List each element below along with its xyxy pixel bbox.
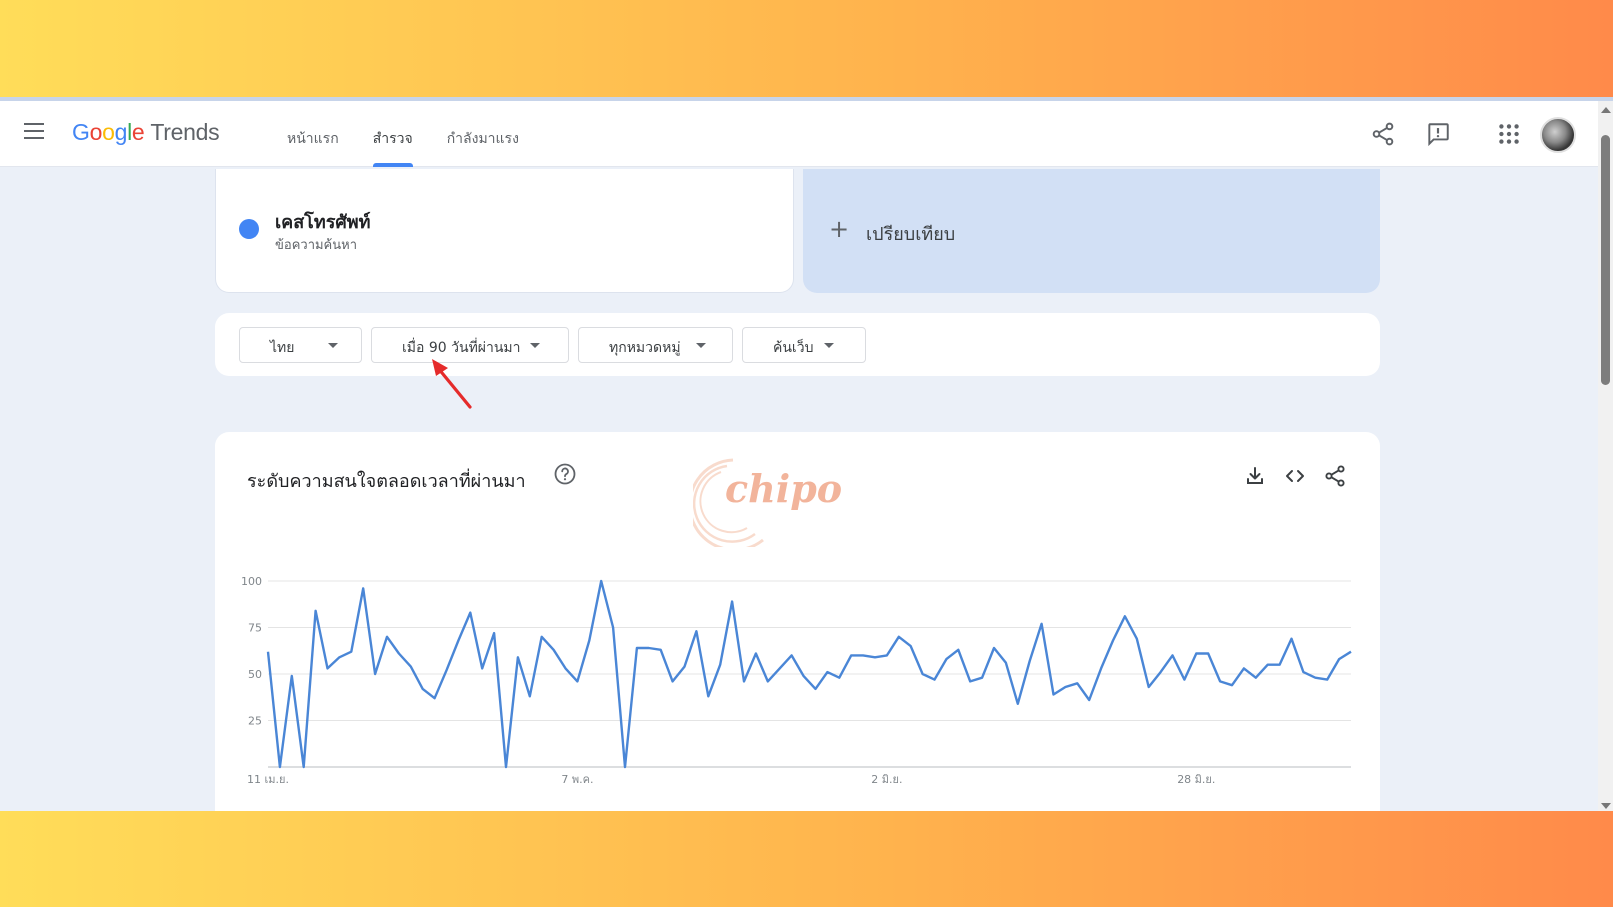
scrollbar-thumb[interactable] [1601, 135, 1610, 385]
y-tick-label: 50 [248, 668, 262, 681]
nav-trending[interactable]: กำลังมาแรง [447, 101, 519, 167]
compare-button[interactable]: + เปรียบเทียบ [803, 169, 1380, 293]
scroll-up-arrow-icon[interactable] [1601, 107, 1611, 113]
search-type-filter[interactable]: ค้นเว็บ [742, 327, 866, 363]
search-term-type: ข้อความค้นหา [275, 238, 358, 253]
apps-grid-icon[interactable] [1496, 121, 1522, 147]
chevron-down-icon [824, 343, 834, 348]
time-range-filter[interactable]: เมื่อ 90 วันที่ผ่านมา [371, 327, 569, 363]
category-filter[interactable]: ทุกหมวดหมู่ [578, 327, 733, 363]
interest-line-chart: 25 50 75 100 11 เม.ย. 7 พ.ค. 2 มิ.ย. 28 มิ.ย. [241, 575, 1352, 786]
scroll-down-arrow-icon[interactable] [1601, 803, 1611, 809]
nav-explore[interactable]: สำรวจ [372, 101, 413, 167]
x-tick-label: 11 เม.ย. [247, 773, 289, 786]
y-tick-label: 25 [248, 715, 262, 728]
x-tick-label: 7 พ.ค. [561, 773, 593, 786]
y-tick-label: 100 [241, 575, 262, 588]
x-tick-label: 2 มิ.ย. [871, 773, 902, 786]
compare-label: เปรียบเทียบ [866, 224, 956, 245]
feedback-icon[interactable] [1425, 121, 1451, 147]
search-term-card[interactable]: เคสโทรศัพท์ ข้อความค้นหา [215, 169, 794, 293]
hamburger-menu-icon[interactable] [24, 123, 44, 141]
app-bar: Google Trends หน้าแรก สำรวจ กำลังมาแรง [0, 101, 1598, 167]
filter-bar: ไทย เมื่อ 90 วันที่ผ่านมา ทุกหมวดหมู่ ค้… [215, 313, 1380, 376]
chevron-down-icon [696, 343, 706, 348]
google-trends-logo[interactable]: Google Trends [72, 119, 220, 146]
vertical-scrollbar[interactable] [1598, 101, 1613, 811]
category-filter-label: ทุกหมวดหมู่ [609, 340, 681, 356]
chevron-down-icon [530, 343, 540, 348]
plus-icon: + [829, 215, 850, 243]
y-tick-label: 75 [248, 622, 262, 635]
term-color-dot [239, 219, 259, 239]
x-tick-label: 28 มิ.ย. [1177, 773, 1215, 786]
time-range-filter-label: เมื่อ 90 วันที่ผ่านมา [402, 340, 521, 356]
main-nav: หน้าแรก สำรวจ กำลังมาแรง [287, 101, 519, 167]
decorative-top-band [0, 0, 1613, 97]
red-annotation-arrow-icon [432, 359, 472, 409]
share-icon[interactable] [1370, 121, 1396, 147]
chevron-down-icon [328, 343, 338, 348]
search-type-filter-label: ค้นเว็บ [773, 340, 814, 356]
logo-trends-text: Trends [150, 119, 220, 145]
nav-home[interactable]: หน้าแรก [287, 101, 339, 167]
logo-google-text: Google [72, 119, 145, 145]
decorative-bottom-band [0, 811, 1613, 907]
search-term-name: เคสโทรศัพท์ [275, 212, 371, 233]
region-filter-label: ไทย [270, 340, 295, 356]
region-filter[interactable]: ไทย [239, 327, 362, 363]
interest-over-time-card: ระดับความสนใจตลอดเวลาที่ผ่านมา chipo 25 5… [215, 432, 1380, 811]
browser-viewport: Google Trends หน้าแรก สำรวจ กำลังมาแรง เ… [0, 97, 1613, 811]
account-avatar[interactable] [1540, 117, 1576, 153]
